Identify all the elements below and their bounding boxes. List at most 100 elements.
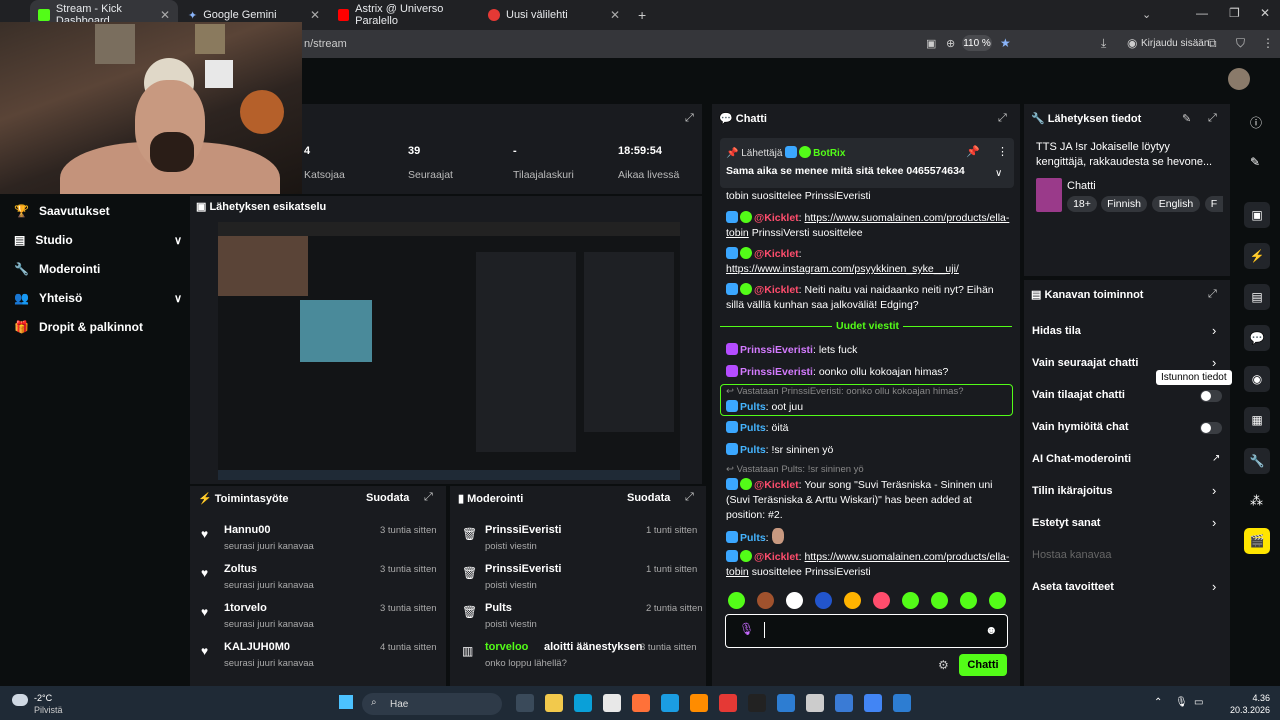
emote-icon[interactable]: [844, 592, 861, 609]
chat-username[interactable]: @Kicklet: [754, 479, 799, 491]
emote-icon[interactable]: [728, 592, 745, 609]
mic-tray-icon[interactable]: 🎙: [1175, 697, 1188, 708]
activity-user[interactable]: 1torvelo: [224, 602, 267, 614]
chat-username[interactable]: Pults: [740, 401, 766, 413]
account-icon[interactable]: ◉: [1127, 36, 1137, 50]
expand-icon[interactable]: ⤢: [1208, 288, 1217, 301]
menu-dots-icon[interactable]: ⋮: [1262, 36, 1274, 50]
expand-icon[interactable]: ⤢: [685, 112, 694, 125]
channel-action-3[interactable]: Vain hymiöitä chat: [1032, 421, 1129, 433]
close-tab-icon[interactable]: ✕: [310, 8, 320, 22]
zoom-icon[interactable]: ⊕: [946, 37, 955, 50]
chat-input[interactable]: [725, 614, 1008, 648]
chevron-right-icon[interactable]: ›: [1212, 515, 1216, 530]
mic-icon[interactable]: 🎙: [739, 622, 754, 636]
close-tab-icon[interactable]: ✕: [610, 8, 620, 22]
expand-icon[interactable]: ⤢: [685, 491, 694, 504]
sidebar-item-drops[interactable]: 🎁 Dropit & palkinnot: [14, 320, 143, 334]
channel-action-8[interactable]: Aseta tavoitteet: [1032, 581, 1114, 593]
taskbar-app-icon[interactable]: [864, 694, 882, 712]
activity-user[interactable]: Zoltus: [224, 563, 257, 575]
taskbar-search[interactable]: Hae: [362, 693, 502, 715]
minimize-icon[interactable]: —: [1196, 6, 1208, 20]
edit-icon[interactable]: ✎: [1182, 112, 1191, 125]
chevron-right-icon[interactable]: ›: [1212, 483, 1216, 498]
zoom-level[interactable]: 110 %: [962, 35, 992, 51]
sidebar-item-achievements[interactable]: 🏆 Saavutukset: [14, 204, 110, 218]
signin-label[interactable]: Kirjaudu sisään: [1141, 38, 1209, 49]
activity-user[interactable]: KALJUH0M0: [224, 641, 290, 653]
share-icon[interactable]: ⁂: [1250, 493, 1263, 509]
chat-username[interactable]: PrinssiEveristi: [740, 366, 813, 378]
expand-icon[interactable]: ⤢: [998, 112, 1007, 125]
wrench-rail-button[interactable]: 🔧: [1244, 448, 1270, 474]
tab-youtube[interactable]: Astrix @ Universo Paralello: [330, 0, 480, 30]
channel-action-1[interactable]: Vain seuraajat chatti: [1032, 357, 1138, 369]
emote-icon[interactable]: [902, 592, 919, 609]
extensions-icon[interactable]: ⧉: [1208, 36, 1217, 51]
emote-icon[interactable]: [960, 592, 977, 609]
tab-search-icon[interactable]: ⌄: [1142, 8, 1151, 21]
moderation-user[interactable]: PrinssiEveristi: [485, 524, 561, 536]
tray-chevron-icon[interactable]: ⌃: [1154, 697, 1162, 708]
chat-rail-button[interactable]: 💬: [1244, 325, 1270, 351]
screen-icon[interactable]: ▣: [926, 37, 936, 50]
chat-username[interactable]: @Kicklet: [754, 551, 799, 563]
layout-rail-button[interactable]: ▦: [1244, 407, 1270, 433]
emoji-icon[interactable]: ☻: [985, 623, 998, 637]
chat-username[interactable]: @Kicklet: [754, 284, 799, 296]
settings-gear-icon[interactable]: ⚙: [938, 658, 949, 672]
info-icon[interactable]: ⓘ: [1250, 114, 1262, 131]
windows-start-icon[interactable]: [339, 695, 353, 709]
notes-rail-button[interactable]: ▤: [1244, 284, 1270, 310]
taskbar-app-icon[interactable]: [603, 694, 621, 712]
channel-action-5[interactable]: Tilin ikärajoitus: [1032, 485, 1113, 497]
emote-icon[interactable]: [815, 592, 832, 609]
channel-action-4[interactable]: AI Chat-moderointi: [1032, 453, 1131, 465]
taskbar-app-icon[interactable]: [719, 694, 737, 712]
stream-preview[interactable]: [218, 222, 680, 480]
moderation-filter[interactable]: Suodata: [627, 492, 670, 504]
taskbar-app-icon[interactable]: [545, 694, 563, 712]
taskbar-app-icon[interactable]: [574, 694, 592, 712]
pin-icon[interactable]: 📌: [966, 145, 980, 158]
chevron-right-icon[interactable]: ›: [1212, 579, 1216, 594]
taskbar-app-icon[interactable]: [516, 694, 534, 712]
toggle-switch[interactable]: [1200, 422, 1222, 434]
chevron-right-icon[interactable]: ›: [1212, 323, 1216, 338]
emote-icon[interactable]: [989, 592, 1006, 609]
moderation-user[interactable]: Pults: [485, 602, 512, 614]
pencil-icon[interactable]: ✎: [1250, 155, 1260, 169]
chat-username[interactable]: Pults: [740, 532, 766, 544]
channel-action-2[interactable]: Vain tilaajat chatti: [1032, 389, 1125, 401]
taskbar-app-icon[interactable]: [806, 694, 824, 712]
chat-username[interactable]: Pults: [740, 422, 766, 434]
activity-filter[interactable]: Suodata: [366, 492, 409, 504]
maximize-icon[interactable]: ❐: [1229, 6, 1240, 20]
session-rail-button[interactable]: ◉: [1244, 366, 1270, 392]
activity-user[interactable]: Hannu00: [224, 524, 270, 536]
taskbar-app-icon[interactable]: [661, 694, 679, 712]
emote-icon[interactable]: [873, 592, 890, 609]
chat-username[interactable]: @Kicklet: [754, 212, 799, 224]
url-text[interactable]: n/stream: [304, 38, 347, 50]
chat-username[interactable]: @Kicklet: [754, 248, 799, 260]
sidebar-item-community[interactable]: 👥 Yhteisö ∨: [14, 291, 194, 305]
taskbar-app-icon[interactable]: [690, 694, 708, 712]
expand-icon[interactable]: ⤢: [424, 491, 433, 504]
emote-icon[interactable]: [931, 592, 948, 609]
download-icon[interactable]: ⤓: [1101, 36, 1106, 51]
more-icon[interactable]: ⋮: [997, 145, 1008, 158]
toggle-switch[interactable]: [1200, 390, 1222, 402]
sidebar-item-moderation[interactable]: 🔧 Moderointi: [14, 262, 100, 276]
close-tab-icon[interactable]: ✕: [160, 8, 170, 22]
chat-username[interactable]: PrinssiEveristi: [740, 344, 813, 356]
emote-icon[interactable]: [786, 592, 803, 609]
chevron-down-icon[interactable]: ∨: [995, 168, 1002, 179]
channel-action-6[interactable]: Estetyt sanat: [1032, 517, 1100, 529]
chat-link[interactable]: https://www.instagram.com/psyykkinen_syk…: [726, 263, 959, 275]
taskbar-app-icon[interactable]: [748, 694, 766, 712]
new-tab-icon[interactable]: +: [638, 7, 646, 23]
tab-new[interactable]: Uusi välilehti ✕: [480, 0, 628, 30]
sidebar-item-studio[interactable]: ▤ Studio ∨: [14, 233, 194, 247]
